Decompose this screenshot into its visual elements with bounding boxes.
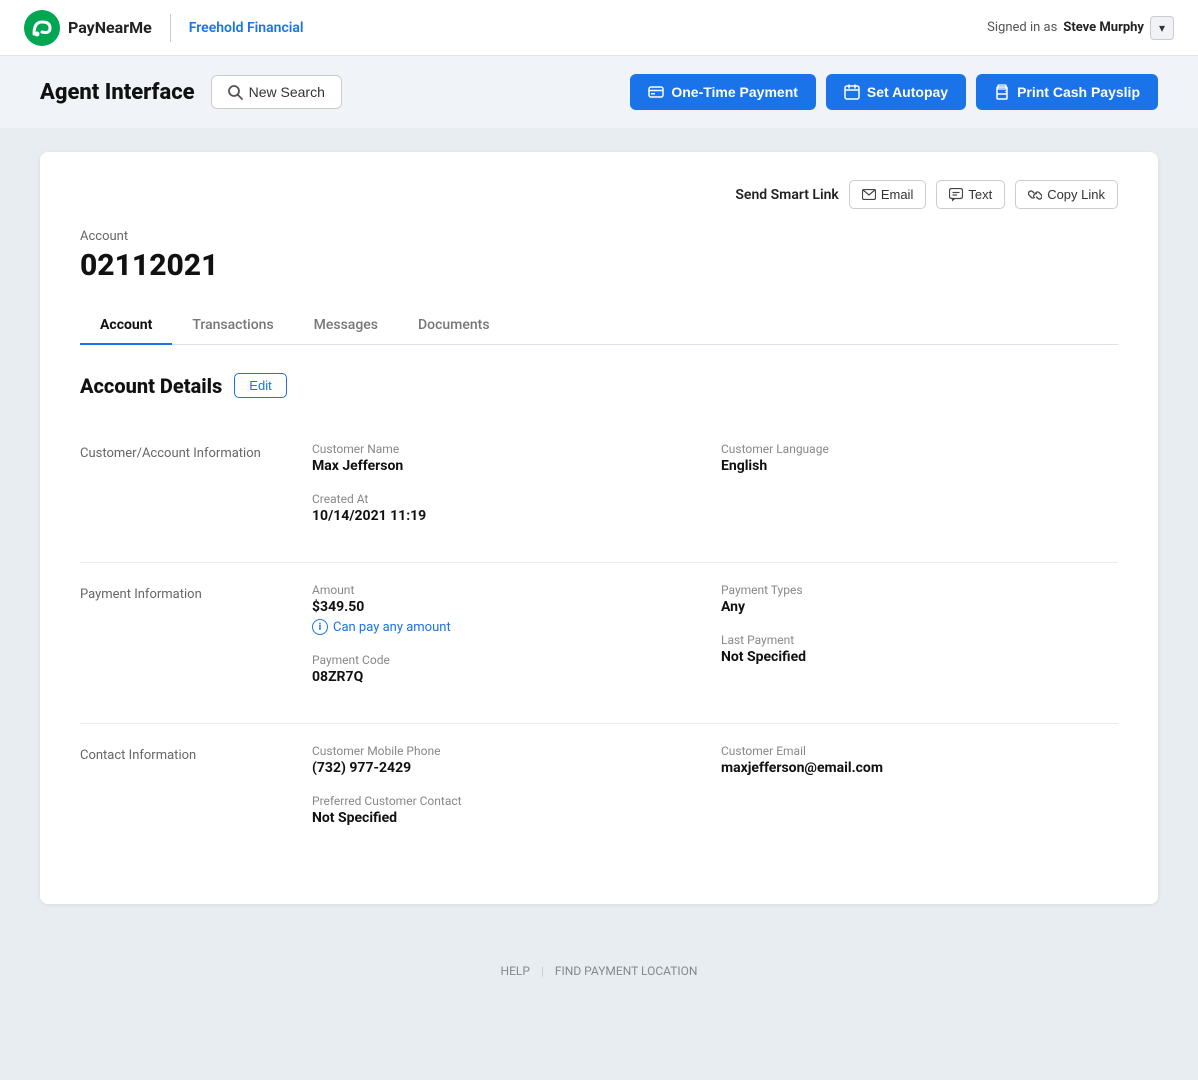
text-label: Text	[968, 187, 992, 202]
customer-language-value: English	[721, 458, 1118, 474]
page-footer: HELP | FIND PAYMENT LOCATION	[0, 944, 1198, 998]
amount-sub-text: Can pay any amount	[333, 620, 451, 635]
brand-wordmark: PayNearMe	[68, 18, 152, 37]
tab-transactions[interactable]: Transactions	[172, 307, 293, 345]
one-time-payment-button[interactable]: One-Time Payment	[630, 74, 816, 110]
brand-divider	[170, 14, 171, 42]
contact-information-section: Contact Information Customer Mobile Phon…	[80, 724, 1118, 864]
nav-right: Signed in as Steve Murphy ▾	[987, 16, 1174, 40]
payment-col2: Payment Types Any Last Payment Not Speci…	[721, 583, 1118, 703]
main-content: Send Smart Link Email Text	[0, 128, 1198, 944]
payment-code-block: Payment Code 08ZR7Q	[312, 653, 709, 685]
envelope-icon	[862, 189, 876, 200]
account-id: 02112021	[80, 248, 1118, 283]
amount-value: $349.50	[312, 599, 709, 615]
top-nav: PayNearMe Freehold Financial Signed in a…	[0, 0, 1198, 56]
payment-types-value: Any	[721, 599, 1118, 615]
text-smart-link-button[interactable]: Text	[936, 180, 1005, 209]
customer-account-col1: Customer Name Max Jefferson Created At 1…	[312, 442, 709, 542]
email-label: Email	[881, 187, 914, 202]
find-payment-location-link[interactable]: FIND PAYMENT LOCATION	[555, 964, 698, 978]
calendar-icon	[844, 84, 860, 100]
footer-separator: |	[541, 964, 544, 978]
new-search-button[interactable]: New Search	[211, 75, 342, 109]
email-smart-link-button[interactable]: Email	[849, 180, 927, 209]
preferred-contact-block: Preferred Customer Contact Not Specified	[312, 794, 709, 826]
amount-label: Amount	[312, 583, 709, 597]
customer-language-block: Customer Language English	[721, 442, 1118, 474]
customer-account-section: Customer/Account Information Customer Na…	[80, 422, 1118, 563]
help-link[interactable]: HELP	[501, 964, 530, 978]
signed-in-user: Steve Murphy	[1063, 20, 1144, 35]
payment-code-label: Payment Code	[312, 653, 709, 667]
copy-link-label: Copy Link	[1047, 187, 1105, 202]
header-actions: One-Time Payment Set Autopay Print Cash …	[630, 74, 1158, 110]
preferred-contact-value: Not Specified	[312, 810, 709, 826]
edit-button[interactable]: Edit	[234, 373, 286, 398]
brand-logo	[24, 10, 60, 46]
printer-icon	[994, 84, 1010, 100]
set-autopay-button[interactable]: Set Autopay	[826, 74, 966, 110]
user-dropdown-button[interactable]: ▾	[1150, 16, 1174, 40]
payment-types-label: Payment Types	[721, 583, 1118, 597]
created-at-block: Created At 10/14/2021 11:19	[312, 492, 709, 524]
customer-name-value: Max Jefferson	[312, 458, 709, 474]
payment-section-name: Payment Information	[80, 583, 300, 703]
chat-icon	[949, 188, 963, 202]
search-icon	[228, 85, 243, 100]
customer-email-value: maxjefferson@email.com	[721, 760, 1118, 776]
last-payment-label: Last Payment	[721, 633, 1118, 647]
tab-account[interactable]: Account	[80, 307, 172, 345]
last-payment-block: Last Payment Not Specified	[721, 633, 1118, 665]
mobile-phone-value: (732) 977-2429	[312, 760, 709, 776]
customer-account-col2: Customer Language English	[721, 442, 1118, 542]
credit-card-icon	[648, 86, 664, 98]
amount-sub: i Can pay any amount	[312, 619, 709, 635]
set-autopay-label: Set Autopay	[867, 84, 948, 100]
mobile-phone-block: Customer Mobile Phone (732) 977-2429	[312, 744, 709, 776]
smart-link-label: Send Smart Link	[735, 187, 838, 203]
customer-name-label: Customer Name	[312, 442, 709, 456]
preferred-contact-label: Preferred Customer Contact	[312, 794, 709, 808]
customer-email-block: Customer Email maxjefferson@email.com	[721, 744, 1118, 776]
signed-in-label: Signed in as	[987, 20, 1057, 35]
new-search-label: New Search	[249, 84, 325, 100]
contact-section-name: Contact Information	[80, 744, 300, 844]
account-details-header: Account Details Edit	[80, 373, 1118, 398]
contact-col2: Customer Email maxjefferson@email.com	[721, 744, 1118, 844]
amount-block: Amount $349.50 i Can pay any amount	[312, 583, 709, 635]
company-name: Freehold Financial	[189, 20, 304, 36]
account-card: Send Smart Link Email Text	[40, 152, 1158, 904]
copy-link-button[interactable]: Copy Link	[1015, 180, 1118, 209]
smart-link-bar: Send Smart Link Email Text	[80, 180, 1118, 209]
last-payment-value: Not Specified	[721, 649, 1118, 665]
page-title: Agent Interface	[40, 80, 195, 105]
info-icon: i	[312, 619, 328, 635]
mobile-phone-label: Customer Mobile Phone	[312, 744, 709, 758]
print-cash-payslip-button[interactable]: Print Cash Payslip	[976, 74, 1158, 110]
customer-language-label: Customer Language	[721, 442, 1118, 456]
payment-information-section: Payment Information Amount $349.50 i Can…	[80, 563, 1118, 724]
payment-types-block: Payment Types Any	[721, 583, 1118, 615]
print-cash-payslip-label: Print Cash Payslip	[1017, 84, 1140, 100]
account-details-title: Account Details	[80, 374, 222, 398]
payment-col1: Amount $349.50 i Can pay any amount Paym…	[312, 583, 709, 703]
one-time-payment-label: One-Time Payment	[671, 84, 798, 100]
customer-name-block: Customer Name Max Jefferson	[312, 442, 709, 474]
created-at-label: Created At	[312, 492, 709, 506]
customer-account-section-name: Customer/Account Information	[80, 442, 300, 542]
account-label: Account	[80, 229, 1118, 244]
tabs-bar: Account Transactions Messages Documents	[80, 307, 1118, 345]
created-at-value: 10/14/2021 11:19	[312, 508, 709, 524]
tab-messages[interactable]: Messages	[294, 307, 398, 345]
link-icon	[1028, 188, 1042, 202]
brand: PayNearMe Freehold Financial	[24, 10, 304, 46]
tab-documents[interactable]: Documents	[398, 307, 510, 345]
agent-header: Agent Interface New Search One-Time Paym…	[0, 56, 1198, 128]
customer-email-label: Customer Email	[721, 744, 1118, 758]
payment-code-value: 08ZR7Q	[312, 669, 709, 685]
contact-col1: Customer Mobile Phone (732) 977-2429 Pre…	[312, 744, 709, 844]
